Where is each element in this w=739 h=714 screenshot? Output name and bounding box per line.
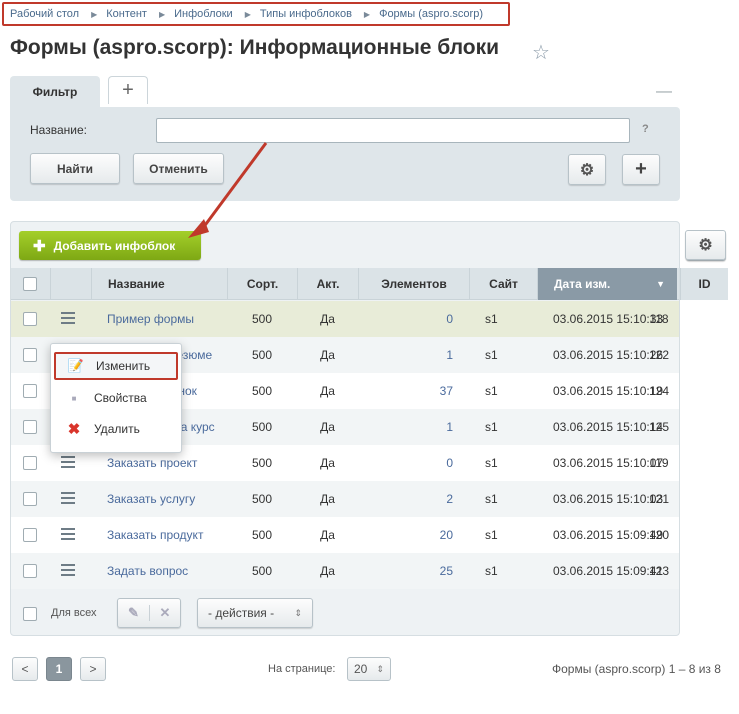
pagination-summary: Формы (aspro.scorp) 1 – 8 из 8: [552, 662, 721, 676]
column-id[interactable]: ID: [680, 268, 728, 300]
per-page-select[interactable]: 20 ⇕: [347, 657, 391, 681]
annotation-arrow: [188, 142, 268, 238]
page-1-button[interactable]: 1: [46, 657, 72, 681]
next-page-button[interactable]: >: [80, 657, 106, 681]
chevron-updown-icon: ⇕: [376, 663, 384, 674]
per-page-label: На странице:: [268, 663, 336, 675]
annotation-arrow-line: [201, 142, 268, 229]
per-page-value: 20: [354, 662, 368, 676]
prev-page-button[interactable]: <: [12, 657, 38, 681]
